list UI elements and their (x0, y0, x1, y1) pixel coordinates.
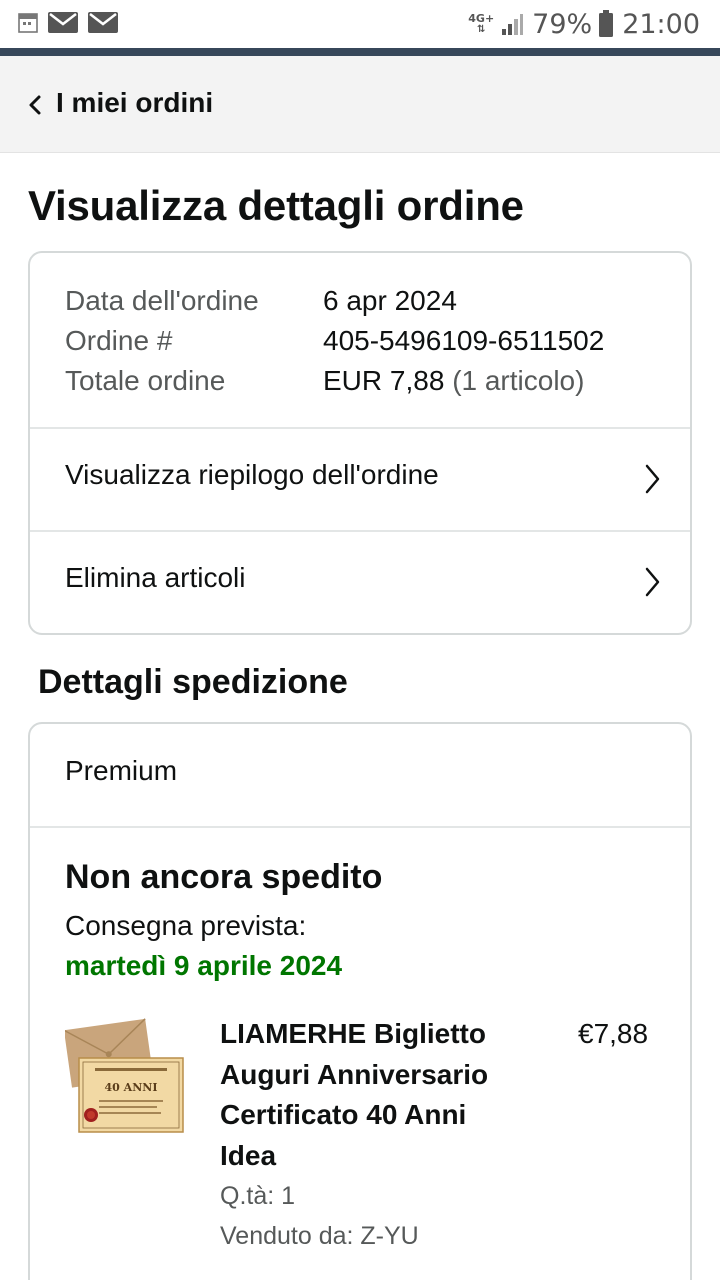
shipping-card: Premium Non ancora spedito Consegna prev… (28, 722, 692, 1280)
clock: 21:00 (622, 8, 700, 40)
order-number-label: Ordine # (65, 325, 173, 356)
order-total-items: (1 articolo) (452, 365, 585, 396)
order-total-value: EUR 7,88 (1 articolo) (323, 365, 584, 397)
back-navigation[interactable]: I miei ordini (0, 56, 720, 153)
delete-items-link[interactable]: Elimina articoli (30, 532, 690, 633)
delete-items-label[interactable]: Elimina articoli (65, 562, 246, 594)
calendar-icon (18, 13, 38, 33)
shipping-section-title: Dettagli spedizione (38, 663, 348, 701)
product-image-text: 40 ANNI (105, 1081, 158, 1094)
chevron-right-icon[interactable] (642, 463, 662, 495)
product-price: €7,88 (578, 1018, 649, 1049)
product-title[interactable]: LIAMERHE Biglietto Auguri Anniversario C… (220, 1014, 520, 1176)
shipping-type: Premium (65, 755, 178, 786)
order-info-card: Data dell'ordine 6 apr 2024 Ordine # 405… (28, 251, 692, 635)
order-date-label: Data dell'ordine (65, 285, 259, 316)
view-order-summary-label[interactable]: Visualizza riepilogo dell'ordine (65, 459, 439, 491)
system-indicators: 4G+ ⇅ 79% 21:00 (468, 6, 700, 42)
mail-icon (48, 12, 78, 33)
product-image[interactable]: 40 ANNI (65, 1014, 185, 1136)
order-number-value: 405-5496109-6511502 (323, 325, 605, 356)
delivery-estimate-label: Consegna prevista: (65, 910, 307, 941)
network-type: 4G+ ⇅ (468, 12, 495, 35)
order-date-value: 6 apr 2024 (323, 285, 457, 316)
order-info: Data dell'ordine 6 apr 2024 Ordine # 405… (30, 253, 690, 429)
notification-icons (18, 10, 118, 34)
view-order-summary-link[interactable]: Visualizza riepilogo dell'ordine (30, 429, 690, 532)
accent-line (0, 48, 720, 56)
battery-icon (599, 10, 614, 37)
chevron-right-icon[interactable] (642, 566, 662, 598)
shipping-type-row: Premium (30, 724, 690, 828)
battery-percent: 79% (532, 8, 593, 40)
signal-icon (502, 14, 524, 35)
product-quantity: Q.tà: 1 (220, 1182, 296, 1210)
mail-icon (88, 12, 118, 33)
chevron-left-icon[interactable] (26, 94, 44, 116)
order-total-amount: EUR 7,88 (323, 365, 445, 396)
shipment-status: Non ancora spedito (65, 858, 383, 896)
product-seller: Venduto da: Z-YU (220, 1222, 419, 1250)
back-link-label[interactable]: I miei ordini (56, 87, 213, 119)
order-total-label: Totale ordine (65, 365, 226, 396)
page-title: Visualizza dettagli ordine (28, 182, 524, 229)
status-bar: 4G+ ⇅ 79% 21:00 (0, 0, 720, 48)
delivery-estimate-date: martedì 9 aprile 2024 (65, 950, 343, 981)
